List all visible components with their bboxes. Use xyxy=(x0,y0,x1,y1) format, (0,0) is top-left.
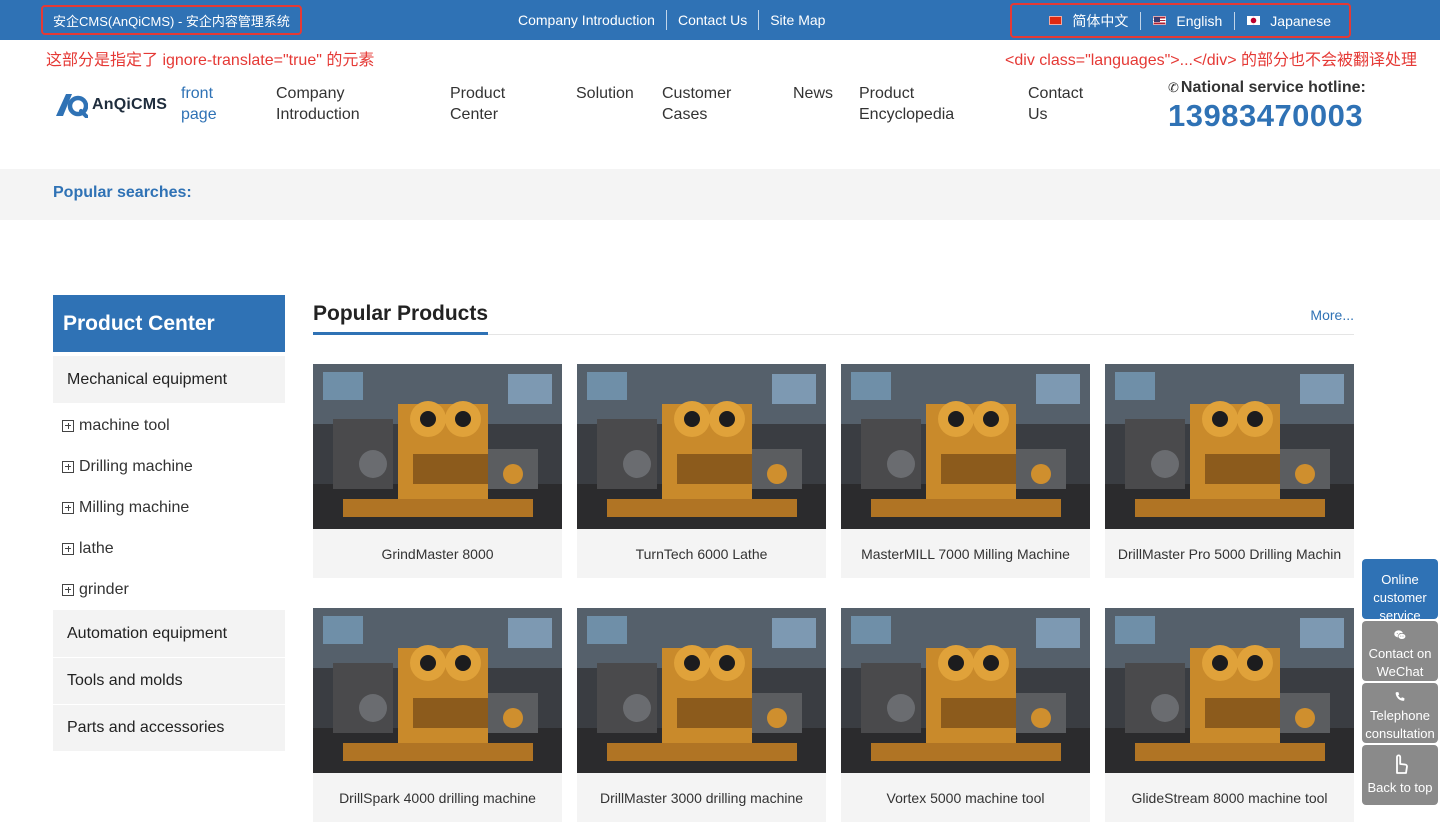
product-image[interactable] xyxy=(313,608,562,773)
hotline-number[interactable]: 13983470003 xyxy=(1168,97,1366,135)
toplink-company-introduction[interactable]: Company Introduction xyxy=(507,10,666,30)
back-to-top-button[interactable]: Back to top xyxy=(1362,745,1438,805)
product-name[interactable]: DrillMaster 3000 drilling machine xyxy=(577,773,826,822)
popular-searches-band: Popular searches: xyxy=(0,169,1440,220)
product-name[interactable]: GlideStream 8000 machine tool xyxy=(1105,773,1354,822)
more-link[interactable]: More... xyxy=(1310,307,1354,323)
product-card[interactable]: DrillMaster Pro 5000 Drilling Machin xyxy=(1105,364,1354,578)
product-card[interactable]: GrindMaster 8000 xyxy=(313,364,562,578)
tool-label: Back to top xyxy=(1367,780,1433,795)
language-japanese[interactable]: Japanese xyxy=(1234,11,1343,30)
product-name[interactable]: MasterMILL 7000 Milling Machine xyxy=(841,529,1090,578)
product-image[interactable] xyxy=(577,608,826,773)
product-name[interactable]: GrindMaster 8000 xyxy=(313,529,562,578)
product-image[interactable] xyxy=(1105,608,1354,773)
expand-plus-icon[interactable] xyxy=(62,542,74,555)
wechat-contact-button[interactable]: Contact on WeChat xyxy=(1362,621,1438,681)
language-english[interactable]: English xyxy=(1140,11,1234,30)
nav-contact-us[interactable]: Contact Us xyxy=(1028,83,1088,125)
pointer-up-icon xyxy=(1396,754,1408,774)
toplink-contact-us[interactable]: Contact Us xyxy=(665,10,758,30)
product-name[interactable]: DrillMaster Pro 5000 Drilling Machin xyxy=(1105,529,1354,578)
nav-front-page[interactable]: front page xyxy=(181,83,231,125)
jp-flag-icon xyxy=(1247,16,1261,25)
expand-plus-icon[interactable] xyxy=(62,501,74,514)
tool-label: Telephone consultation xyxy=(1365,708,1435,741)
products-header: Popular Products More... xyxy=(313,298,1354,335)
product-image[interactable] xyxy=(313,364,562,529)
toplink-site-map[interactable]: Site Map xyxy=(758,10,836,30)
product-card[interactable]: Vortex 5000 machine tool xyxy=(841,608,1090,822)
language-label: Japanese xyxy=(1270,12,1331,29)
nav-customer-cases[interactable]: Customer Cases xyxy=(662,83,742,125)
phone-icon: ✆ xyxy=(1168,80,1179,95)
product-card[interactable]: MasterMILL 7000 Milling Machine xyxy=(841,364,1090,578)
subcategory-label: lathe xyxy=(79,539,114,557)
product-name[interactable]: TurnTech 6000 Lathe xyxy=(577,529,826,578)
category-sidebar: Product Center Mechanical equipment mach… xyxy=(53,295,285,751)
product-card[interactable]: GlideStream 8000 machine tool xyxy=(1105,608,1354,822)
product-image[interactable] xyxy=(1105,364,1354,529)
language-zh-cn[interactable]: 简体中文 xyxy=(1037,12,1140,30)
product-card[interactable]: DrillSpark 4000 drilling machine xyxy=(313,608,562,822)
site-title[interactable]: 安企CMS(AnQiCMS) - 安企内容管理系统 xyxy=(41,5,302,35)
products-title: Popular Products xyxy=(313,302,489,335)
annotation-languages: <div class="languages">...</div> 的部分也不会被… xyxy=(1005,52,1417,69)
wechat-icon xyxy=(1394,630,1407,640)
subcategory-lathe[interactable]: lathe xyxy=(53,528,285,569)
subcategory-label: machine tool xyxy=(79,416,170,434)
product-name[interactable]: DrillSpark 4000 drilling machine xyxy=(313,773,562,822)
subcategory-label: Drilling machine xyxy=(79,457,193,475)
telephone-consultation-button[interactable]: Telephone consultation xyxy=(1362,683,1438,743)
us-flag-icon xyxy=(1153,16,1167,25)
product-image[interactable] xyxy=(577,364,826,529)
hotline-label: National service hotline: xyxy=(1180,79,1366,96)
expand-plus-icon[interactable] xyxy=(62,583,74,596)
nav-product-encyclopedia[interactable]: Product Encyclopedia xyxy=(859,83,969,125)
language-label: 简体中文 xyxy=(1072,12,1129,29)
floating-toolbar: Online customer service Contact on WeCha… xyxy=(1362,559,1438,807)
nav-product-center[interactable]: Product Center xyxy=(450,83,520,125)
language-label: English xyxy=(1176,12,1223,29)
expand-plus-icon[interactable] xyxy=(62,419,74,432)
subcategory-label: grinder xyxy=(79,580,129,598)
tool-label: Online customer service xyxy=(1373,572,1427,619)
subcategory-machine-tool[interactable]: machine tool xyxy=(53,405,285,446)
phone-icon xyxy=(1395,692,1405,701)
category-parts-and-accessories[interactable]: Parts and accessories xyxy=(53,704,285,751)
product-card[interactable]: TurnTech 6000 Lathe xyxy=(577,364,826,578)
language-switcher: 简体中文 English Japanese xyxy=(1010,3,1351,38)
subcategory-milling-machine[interactable]: Milling machine xyxy=(53,487,285,528)
popular-searches-label: Popular searches: xyxy=(53,184,192,201)
annotation-ignore-translate: 这部分是指定了 ignore-translate="true" 的元素 xyxy=(46,52,375,69)
top-bar: 安企CMS(AnQiCMS) - 安企内容管理系统 Company Introd… xyxy=(0,0,1440,40)
product-name[interactable]: Vortex 5000 machine tool xyxy=(841,773,1090,822)
online-customer-service-button[interactable]: Online customer service xyxy=(1362,559,1438,619)
subcategory-grinder[interactable]: grinder xyxy=(53,569,285,610)
hotline: ✆ National service hotline: 13983470003 xyxy=(1168,79,1366,135)
subcategory-drilling-machine[interactable]: Drilling machine xyxy=(53,446,285,487)
product-image[interactable] xyxy=(841,608,1090,773)
hotline-label-row: ✆ National service hotline: xyxy=(1168,79,1366,97)
subcategory-label: Milling machine xyxy=(79,498,190,516)
category-tools-and-molds[interactable]: Tools and molds xyxy=(53,657,285,704)
category-mechanical-equipment[interactable]: Mechanical equipment xyxy=(53,356,285,403)
nav-news[interactable]: News xyxy=(793,83,843,104)
product-card[interactable]: DrillMaster 3000 drilling machine xyxy=(577,608,826,822)
cn-flag-icon xyxy=(1049,16,1063,25)
category-automation-equipment[interactable]: Automation equipment xyxy=(53,610,285,657)
tool-label: Contact on WeChat xyxy=(1368,646,1432,679)
nav-solution[interactable]: Solution xyxy=(576,83,646,104)
expand-plus-icon[interactable] xyxy=(62,460,74,473)
product-image[interactable] xyxy=(841,364,1090,529)
main-nav: front page Company Introduction Product … xyxy=(0,83,1100,127)
sidebar-title: Product Center xyxy=(53,295,285,352)
nav-company-introduction[interactable]: Company Introduction xyxy=(276,83,376,125)
top-links: Company Introduction Contact Us Site Map xyxy=(507,0,836,40)
